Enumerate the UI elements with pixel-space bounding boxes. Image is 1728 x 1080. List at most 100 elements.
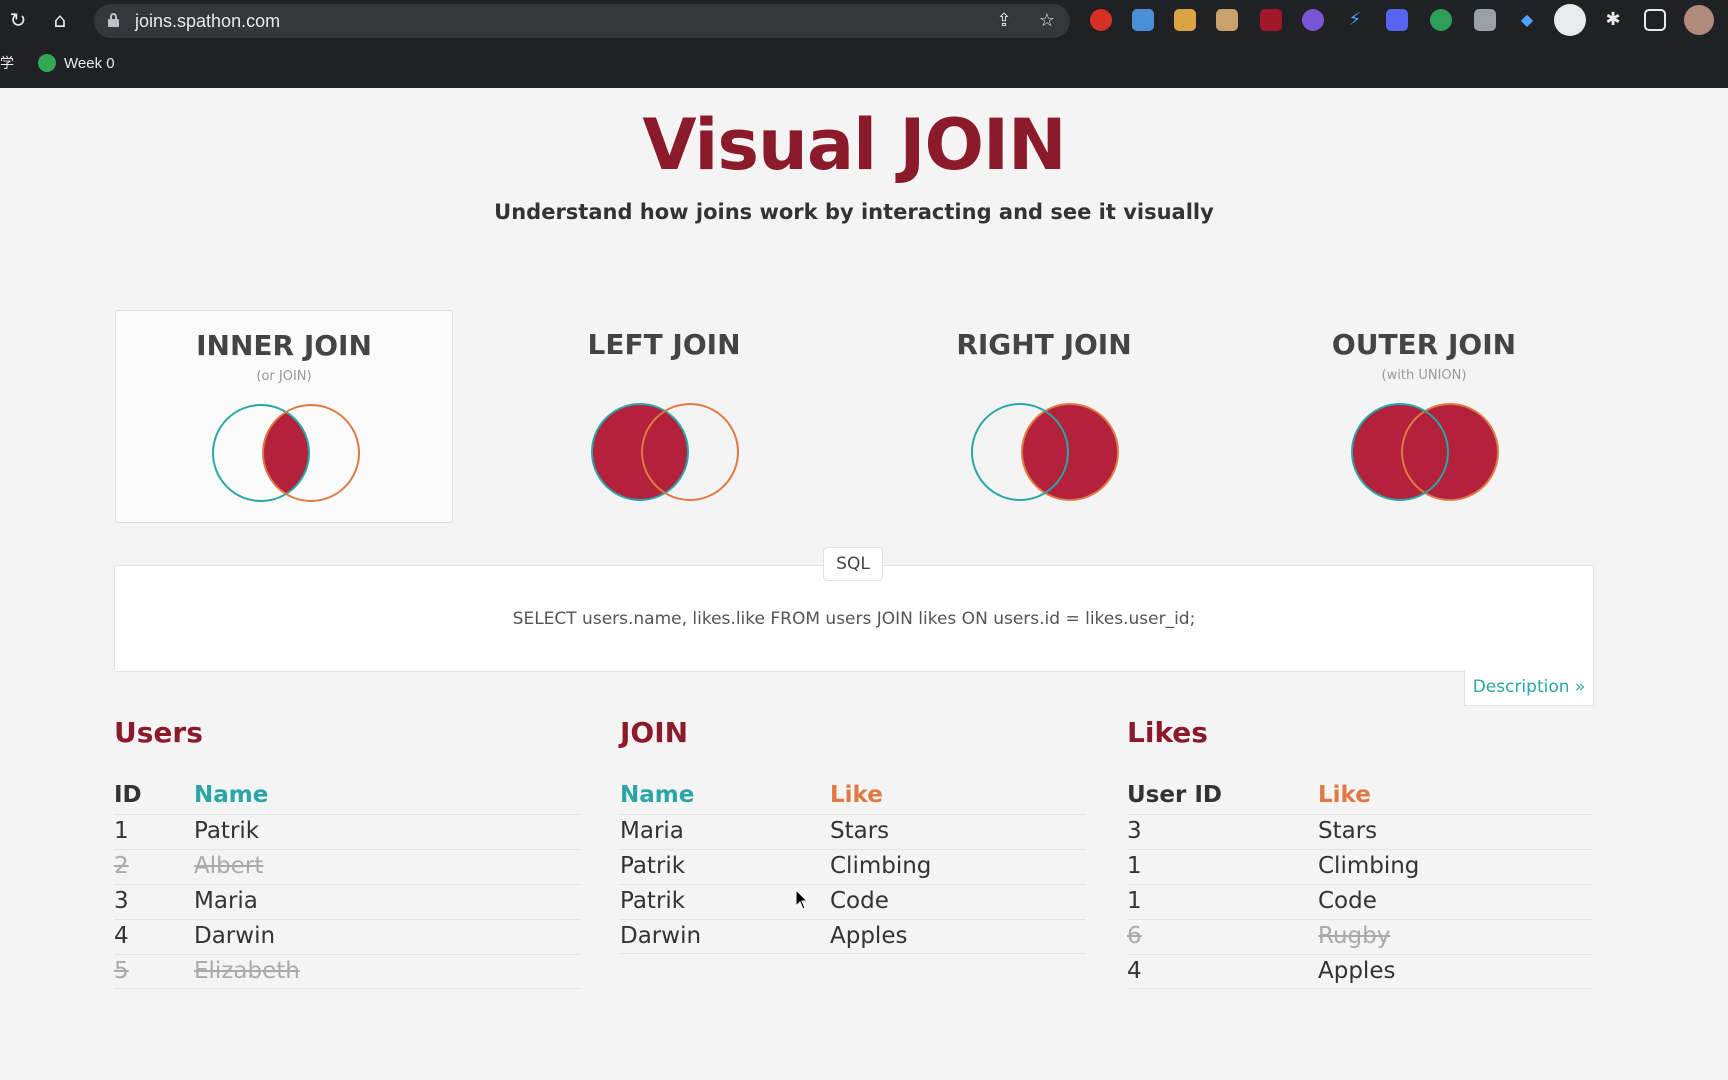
like-user-id: 6 xyxy=(1127,923,1142,949)
join-name: Darwin xyxy=(620,923,702,949)
home-icon[interactable]: ⌂ xyxy=(48,8,72,32)
inner-join-title: INNER JOIN xyxy=(196,329,372,362)
browser-toolbar: ↻ ⌂ joins.spathon.com ⇪ ☆ ⚡ ◆ ✱ xyxy=(0,0,1728,42)
outer-join-card[interactable]: OUTER JOIN (with UNION) xyxy=(1255,310,1593,523)
like-user-id: 1 xyxy=(1127,888,1142,914)
bookmark-favicon-icon xyxy=(38,54,56,72)
users-name-header: Name xyxy=(194,782,269,808)
reload-icon[interactable]: ↻ xyxy=(6,8,30,32)
extension-color-icon[interactable] xyxy=(1302,9,1324,31)
extension-discord-icon[interactable] xyxy=(1386,9,1408,31)
user-name: Elizabeth xyxy=(194,958,300,984)
like-value: Stars xyxy=(1318,818,1378,844)
table-row[interactable]: Patrik Climbing xyxy=(620,849,1086,884)
table-row[interactable]: 1 Code xyxy=(1127,884,1593,919)
table-row[interactable]: Maria Stars xyxy=(620,814,1086,849)
bookmarks-bar: 学 Week 0 xyxy=(0,48,1728,80)
table-row[interactable]: 4 Darwin xyxy=(114,919,580,954)
join-like: Apples xyxy=(830,923,908,949)
mouse-cursor-icon xyxy=(795,889,809,910)
browser-chrome: ↻ ⌂ joins.spathon.com ⇪ ☆ ⚡ ◆ ✱ 学 Week 0 xyxy=(0,0,1728,88)
table-row[interactable]: 1 Patrik xyxy=(114,814,580,849)
join-name: Patrik xyxy=(620,853,686,879)
join-like-header: Like xyxy=(830,782,883,808)
extension-h-icon[interactable] xyxy=(1474,9,1496,31)
table-row[interactable]: 5 Elizabeth xyxy=(114,954,580,989)
bookmark-clipped-label[interactable]: 学 xyxy=(0,53,14,73)
user-avatar-icon[interactable] xyxy=(1684,5,1714,35)
table-row[interactable]: Patrik Code xyxy=(620,884,1086,919)
table-row[interactable]: 1 Climbing xyxy=(1127,849,1593,884)
join-header-row: Name Like xyxy=(620,778,1086,814)
join-result-table: Name Like Maria Stars Patrik Climbing Pa… xyxy=(620,778,1086,954)
like-value: Climbing xyxy=(1318,853,1420,879)
sql-tab[interactable]: SQL xyxy=(823,547,883,581)
extension-green-icon[interactable] xyxy=(1430,9,1452,31)
inner-join-card[interactable]: INNER JOIN (or JOIN) xyxy=(115,310,453,523)
join-name: Maria xyxy=(620,818,684,844)
outer-join-title: OUTER JOIN xyxy=(1331,328,1517,361)
like-value: Rugby xyxy=(1318,923,1391,949)
sql-query: SELECT users.name, likes.like FROM users… xyxy=(512,609,1196,629)
extension-red-icon[interactable] xyxy=(1090,9,1112,31)
like-value: Apples xyxy=(1318,958,1396,984)
table-row[interactable]: 2 Albert xyxy=(114,849,580,884)
user-id: 3 xyxy=(114,888,129,914)
page-title: Visual JOIN xyxy=(642,104,1066,186)
left-join-title: LEFT JOIN xyxy=(587,328,741,361)
user-id: 4 xyxy=(114,923,129,949)
table-row[interactable]: 6 Rugby xyxy=(1127,919,1593,954)
extension-bolt-icon[interactable]: ⚡ xyxy=(1344,9,1366,31)
table-row[interactable]: Darwin Apples xyxy=(620,919,1086,954)
table-row[interactable]: 3 Stars xyxy=(1127,814,1593,849)
extensions-puzzle-icon[interactable]: ✱ xyxy=(1602,9,1624,31)
user-name: Albert xyxy=(194,853,264,879)
share-icon[interactable]: ⇪ xyxy=(993,10,1015,32)
user-name: Patrik xyxy=(194,818,260,844)
extension-download-icon[interactable] xyxy=(1174,9,1196,31)
user-name: Maria xyxy=(194,888,258,914)
extension-diamond-icon[interactable]: ◆ xyxy=(1516,9,1538,31)
extension-translate-icon[interactable] xyxy=(1132,9,1154,31)
profile-avatar-icon[interactable] xyxy=(1554,4,1586,36)
lock-icon[interactable] xyxy=(108,13,119,27)
bookmark-star-icon[interactable]: ☆ xyxy=(1036,10,1058,32)
like-value: Code xyxy=(1318,888,1377,914)
join-title: JOIN xyxy=(620,716,689,749)
outer-join-venn-icon xyxy=(1351,403,1499,501)
address-bar[interactable]: joins.spathon.com ⇪ ☆ xyxy=(94,4,1070,38)
likes-title: Likes xyxy=(1127,716,1208,749)
table-row[interactable]: 3 Maria xyxy=(114,884,580,919)
left-join-card[interactable]: LEFT JOIN xyxy=(495,310,833,523)
like-user-id: 4 xyxy=(1127,958,1142,984)
outer-join-subtitle: (with UNION) xyxy=(1381,368,1467,383)
right-join-card[interactable]: RIGHT JOIN xyxy=(875,310,1213,523)
users-header-row: ID Name xyxy=(114,778,580,814)
join-like: Code xyxy=(830,888,889,914)
extension-box-icon[interactable] xyxy=(1216,9,1238,31)
left-join-venn-icon xyxy=(591,403,739,501)
user-id: 1 xyxy=(114,818,129,844)
like-user-id: 1 xyxy=(1127,853,1142,879)
inner-join-subtitle: (or JOIN) xyxy=(256,369,312,384)
join-like: Climbing xyxy=(830,853,932,879)
user-id: 2 xyxy=(114,853,129,879)
extension-ublock-icon[interactable] xyxy=(1260,9,1282,31)
users-id-header: ID xyxy=(114,782,142,808)
side-panel-icon[interactable] xyxy=(1644,9,1666,31)
join-name: Patrik xyxy=(620,888,686,914)
user-name: Darwin xyxy=(194,923,276,949)
sql-box: SELECT users.name, likes.like FROM users… xyxy=(114,565,1594,672)
join-name-header: Name xyxy=(620,782,695,808)
inner-join-venn-icon xyxy=(212,404,360,502)
likes-user-id-header: User ID xyxy=(1127,782,1222,808)
likes-table: User ID Like 3 Stars 1 Climbing 1 Code 6… xyxy=(1127,778,1593,989)
table-row[interactable]: 4 Apples xyxy=(1127,954,1593,989)
right-join-venn-icon xyxy=(971,403,1119,501)
description-link[interactable]: Description » xyxy=(1464,670,1594,706)
likes-like-header: Like xyxy=(1318,782,1371,808)
bookmark-week-0[interactable]: Week 0 xyxy=(38,50,115,76)
users-title: Users xyxy=(114,716,203,749)
user-id: 5 xyxy=(114,958,129,984)
url-text[interactable]: joins.spathon.com xyxy=(135,11,280,32)
